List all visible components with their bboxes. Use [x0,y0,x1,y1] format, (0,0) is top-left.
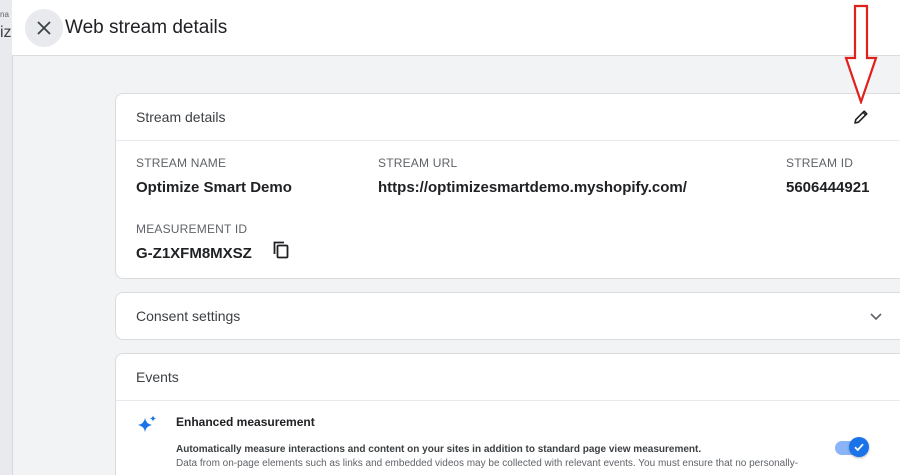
events-header: Events [116,354,900,401]
pencil-icon[interactable] [852,108,870,126]
copy-icon[interactable] [272,241,290,259]
enhanced-measurement-title: Enhanced measurement [176,415,315,429]
close-button[interactable] [25,9,63,47]
stream-name-value: Optimize Smart Demo [136,179,292,196]
chevron-down-icon[interactable] [869,309,883,323]
events-title: Events [136,369,179,385]
enhanced-measurement-note: Data from on-page elements such as links… [176,458,799,469]
check-icon [854,443,864,452]
background-text-large: iz [0,24,12,41]
enhanced-measurement-description: Automatically measure interactions and c… [176,444,702,455]
stream-details-title: Stream details [136,109,226,125]
stream-url-value: https://optimizesmartdemo.myshopify.com/ [378,179,687,196]
stream-url-label: STREAM URL [378,156,458,170]
measurement-id-label: MEASUREMENT ID [136,222,248,236]
consent-settings-card[interactable]: Consent settings [115,292,900,340]
stream-name-label: STREAM NAME [136,156,227,170]
measurement-id-value: G-Z1XFM8MXSZ [136,245,252,262]
stream-details-header: Stream details [116,94,900,141]
annotation-arrow-icon [844,4,878,104]
stream-details-card: Stream details STREAM NAME Optimize Smar… [115,93,900,279]
sparkle-icon [138,415,156,432]
close-icon [37,21,51,35]
events-card: Events Enhanced measurement Automaticall… [115,353,900,475]
toggle-knob [849,437,869,457]
background-text-small: na [0,10,9,19]
panel-header: Web stream details [12,0,900,56]
enhanced-measurement-toggle[interactable] [835,437,869,457]
consent-settings-header[interactable]: Consent settings [116,293,900,339]
stream-id-value: 5606444921 [786,179,870,196]
stream-id-label: STREAM ID [786,156,854,170]
panel-title: Web stream details [65,17,228,38]
background-page-strip: na iz [0,0,13,475]
consent-settings-title: Consent settings [136,308,241,324]
